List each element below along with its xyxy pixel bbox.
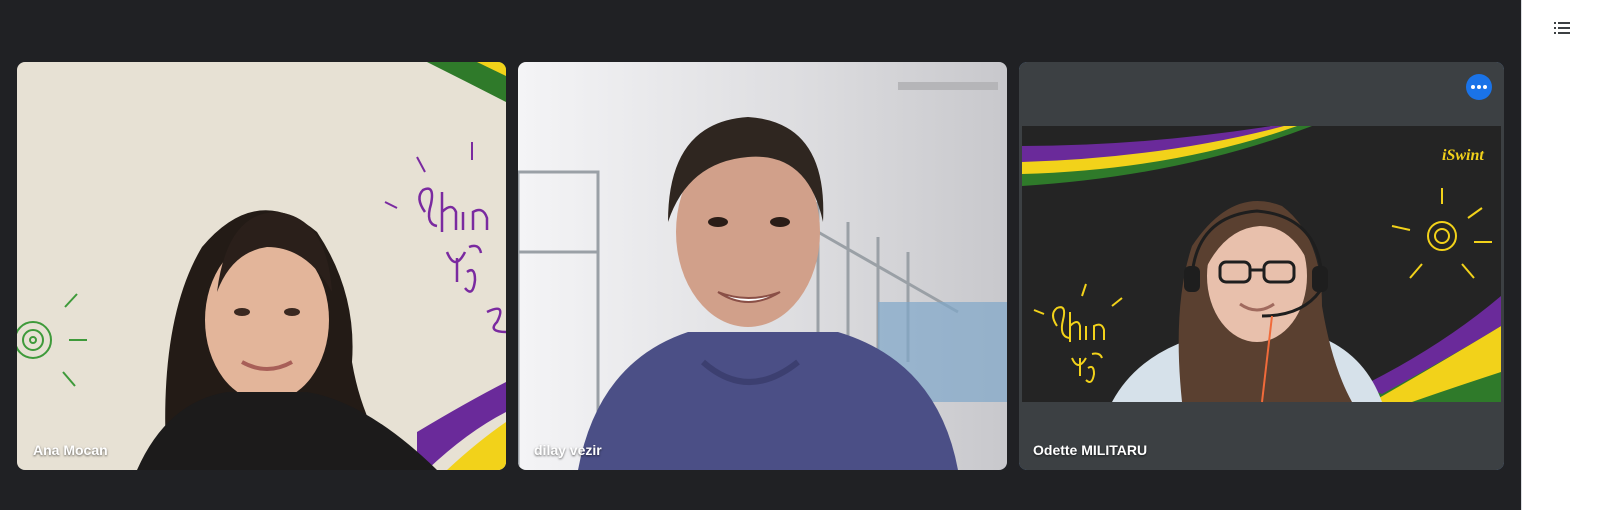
- participant-tile-dilay-vezir[interactable]: dilay vezir: [518, 62, 1007, 470]
- participant-tile-ana-mocan[interactable]: Ana Mocan: [17, 62, 506, 470]
- participant-tile-odette-militaru[interactable]: iSwint Odette MILITARU: [1019, 62, 1504, 470]
- list-icon: [1554, 22, 1570, 34]
- participant-video: [518, 62, 1007, 470]
- side-panel: [1521, 0, 1600, 510]
- more-horiz-icon: [1471, 85, 1487, 89]
- participant-name: dilay vezir: [534, 442, 602, 458]
- participant-video: [17, 62, 506, 470]
- participant-video: iSwint: [1019, 62, 1504, 470]
- video-grid: Ana Mocan dilay vezir iSwint Odette MILI…: [0, 0, 1521, 510]
- more-options-button[interactable]: [1466, 74, 1492, 100]
- list-view-button[interactable]: [1548, 14, 1576, 42]
- participant-name: Ana Mocan: [33, 442, 108, 458]
- brand-logo: iSwint: [1442, 147, 1484, 164]
- participant-name: Odette MILITARU: [1033, 442, 1148, 458]
